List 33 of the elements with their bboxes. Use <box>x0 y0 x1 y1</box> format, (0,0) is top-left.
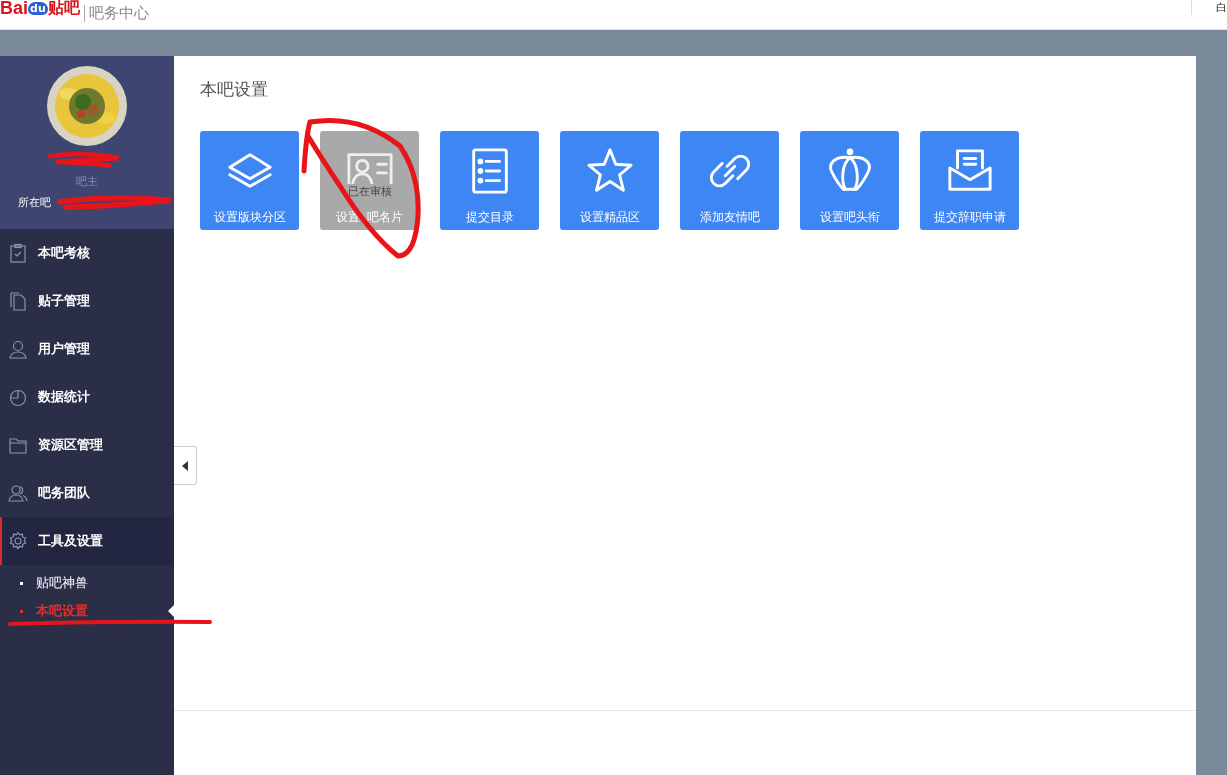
tool-tile[interactable]: 添加友情吧 <box>680 131 779 230</box>
document-icon <box>8 291 28 311</box>
tool-tile[interactable]: 设置吧头衔 <box>800 131 899 230</box>
pie-icon <box>8 387 28 407</box>
logo-text: Bai <box>0 0 28 19</box>
header-title: 吧务中心 <box>83 5 149 22</box>
menu-item[interactable]: 工具及设置 <box>0 517 174 565</box>
menu-item[interactable]: 数据统计 <box>0 373 174 421</box>
tool-tile[interactable]: 设置精品区 <box>560 131 659 230</box>
team-icon <box>8 483 28 503</box>
menu-item[interactable]: 吧务团队 <box>0 469 174 517</box>
header-link[interactable]: 白 <box>1191 0 1227 15</box>
menu-item[interactable]: 用户管理 <box>0 325 174 373</box>
tool-tile[interactable]: 提交辞职申请 <box>920 131 1019 230</box>
menu-item[interactable]: 资源区管理 <box>0 421 174 469</box>
menu-item[interactable]: 本吧考核 <box>0 229 174 277</box>
collapse-button[interactable] <box>174 446 197 485</box>
tool-tile[interactable]: 提交目录 <box>440 131 539 230</box>
logo-text: 贴吧 <box>47 0 80 19</box>
role-label: 吧主 <box>76 174 98 189</box>
menu-item[interactable]: 贴子管理 <box>0 277 174 325</box>
logo-badge: du <box>28 2 48 15</box>
star-icon <box>585 147 634 195</box>
caret-icon <box>182 460 188 471</box>
status-text: 已在审核 <box>345 184 394 199</box>
page-title: 本吧设置 <box>200 78 269 101</box>
gear-icon <box>8 531 28 551</box>
folder-icon <box>8 435 28 455</box>
submenu-item[interactable]: 贴吧神兽 <box>0 569 174 597</box>
tool-tile[interactable]: 设置版块分区 <box>200 131 299 230</box>
bar-label: 所在吧 <box>18 194 51 210</box>
user-icon <box>8 339 28 359</box>
clipboard-icon <box>8 243 28 263</box>
